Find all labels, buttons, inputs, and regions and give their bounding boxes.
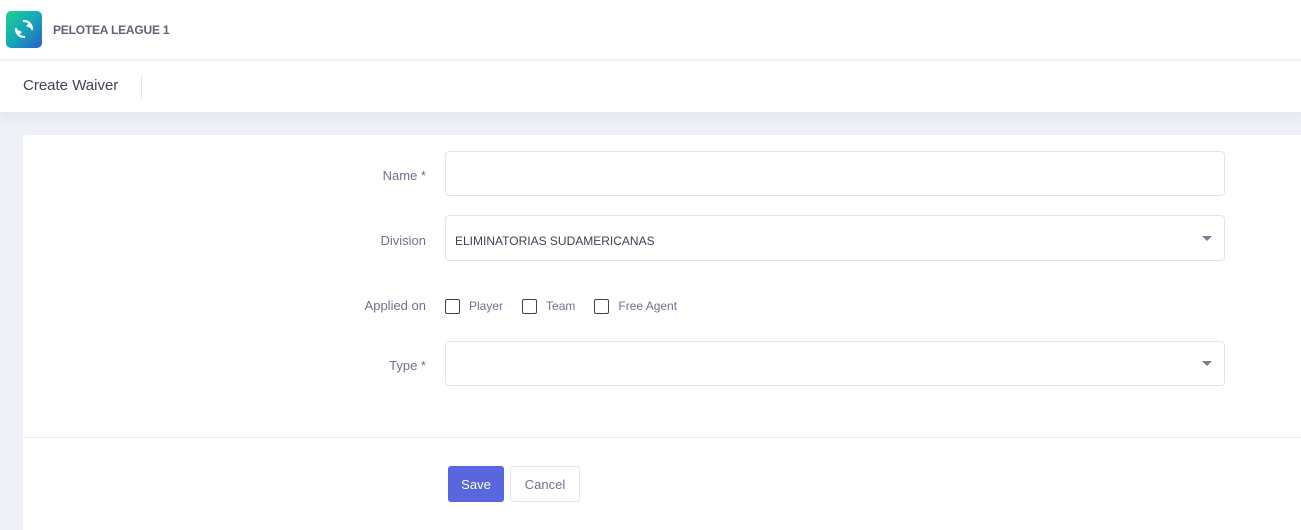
page-title: Create Waiver: [23, 77, 119, 94]
applied-on-player[interactable]: Player: [445, 298, 504, 314]
form-divider: [23, 437, 1301, 438]
player-checkbox-label: Player: [469, 299, 504, 313]
division-selected-value: ELIMINATORIAS SUDAMERICANAS: [455, 234, 655, 248]
team-checkbox[interactable]: [522, 298, 538, 314]
type-select[interactable]: [445, 341, 1225, 386]
player-checkbox[interactable]: [445, 298, 460, 314]
waiver-form-card: Name * Division ELIMINATORIAS SUDAMERICA…: [23, 135, 1301, 530]
applied-on-free-agent[interactable]: Free Agent: [594, 298, 678, 314]
subheader: Create Waiver: [0, 61, 1301, 112]
applied-on-team[interactable]: Team: [522, 298, 576, 314]
name-input[interactable]: [445, 151, 1225, 196]
division-select[interactable]: ELIMINATORIAS SUDAMERICANAS: [445, 215, 1225, 261]
type-label: Type *: [389, 358, 426, 373]
division-label: Division: [380, 233, 426, 248]
applied-on-options: Player Team Free Agent: [445, 298, 696, 314]
save-button[interactable]: Save: [448, 466, 504, 502]
cancel-button[interactable]: Cancel: [510, 466, 580, 502]
caret-down-icon: [1202, 361, 1212, 366]
free-agent-checkbox-label: Free Agent: [618, 299, 678, 313]
ring-arrows-icon: [14, 19, 34, 39]
free-agent-checkbox[interactable]: [594, 298, 610, 314]
app-logo[interactable]: [6, 11, 42, 48]
brand-name: PELOTEA LEAGUE 1: [53, 23, 170, 37]
team-checkbox-label: Team: [546, 299, 576, 313]
applied-on-label: Applied on: [364, 298, 426, 313]
caret-down-icon: [1202, 236, 1212, 241]
name-label: Name *: [382, 168, 426, 183]
title-separator: [141, 76, 142, 98]
top-bar: PELOTEA LEAGUE 1: [0, 0, 1301, 60]
